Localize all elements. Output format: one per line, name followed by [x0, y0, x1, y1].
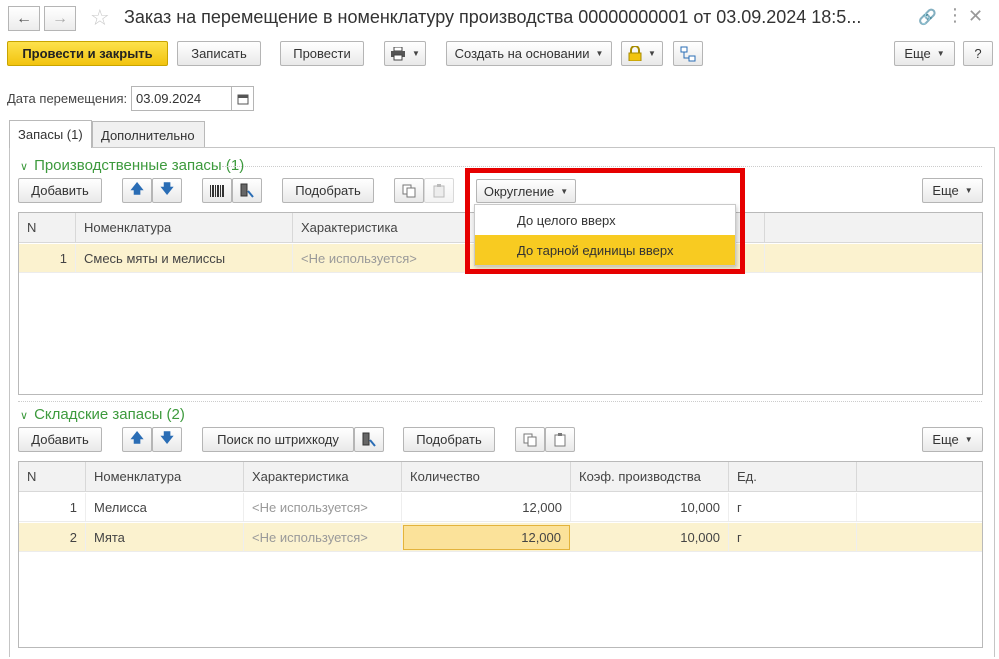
barcode-search-button[interactable]: Поиск по штрихкоду — [202, 427, 354, 452]
link-icon[interactable]: 🔗 — [918, 8, 937, 26]
warehouse-pick-button[interactable]: Подобрать — [403, 427, 495, 452]
warehouse-move-up-button[interactable]: 🡅 — [122, 427, 152, 452]
warehouse-section-title[interactable]: ∨ Складские запасы (2) — [20, 406, 185, 423]
more-label: Еще — [904, 46, 931, 61]
row-characteristic[interactable]: <Не используется> — [244, 523, 402, 551]
production-copy-button[interactable] — [394, 178, 424, 203]
production-paste-button[interactable] — [424, 178, 454, 203]
production-scanner-button[interactable] — [232, 178, 262, 203]
hierarchy-icon — [680, 46, 696, 61]
warehouse-more-button[interactable]: Еще ▼ — [922, 427, 983, 452]
table-row[interactable]: 2 Мята <Не используется> 12,000 10,000 г — [19, 523, 982, 552]
warehouse-title-label: Складские запасы (2) — [34, 406, 185, 423]
save-button[interactable]: Записать — [177, 41, 261, 66]
warehouse-table[interactable]: N Номенклатура Характеристика Количество… — [18, 461, 983, 648]
menu-dots-icon[interactable]: ⋮ — [946, 5, 964, 26]
col-unit[interactable]: Ед. — [729, 462, 857, 491]
print-button[interactable]: ▼ — [384, 41, 426, 66]
structure-button[interactable] — [673, 41, 703, 66]
section-divider — [222, 166, 982, 167]
paste-icon — [433, 183, 445, 197]
rounding-option-whole-up[interactable]: До целого вверх — [475, 205, 735, 235]
arrow-down-icon: 🡇 — [160, 180, 174, 196]
warehouse-copy-button[interactable] — [515, 427, 545, 452]
rounding-label: Округление — [483, 183, 555, 199]
rounding-dropdown-menu: До целого вверх До тарной единицы вверх — [474, 204, 736, 266]
row-n: 1 — [19, 244, 76, 272]
arrow-up-icon: 🡅 — [130, 180, 144, 196]
arrow-left-icon: ← — [16, 9, 32, 27]
scanner-icon — [362, 432, 376, 447]
production-move-up-button[interactable]: 🡅 — [122, 178, 152, 203]
row-nomenclature[interactable]: Мята — [86, 523, 244, 551]
calendar-icon — [237, 94, 248, 104]
production-more-label: Еще — [932, 183, 959, 198]
row-production-coef[interactable]: 10,000 — [571, 523, 729, 551]
date-label: Дата перемещения: — [7, 91, 128, 106]
production-section-title[interactable]: ∨ Производственные запасы (1) — [20, 157, 244, 174]
lock-icon — [628, 46, 642, 61]
col-production-coef[interactable]: Коэф. производства — [571, 462, 729, 491]
production-title-label: Производственные запасы (1) — [34, 157, 245, 174]
row-quantity[interactable]: 12,000 — [402, 493, 571, 521]
production-add-button[interactable]: Добавить — [18, 178, 102, 203]
close-window-button[interactable]: ✕ — [968, 6, 990, 28]
window-title: Заказ на перемещение в номенклатуру прои… — [124, 7, 862, 27]
rounding-option-package-up[interactable]: До тарной единицы вверх — [475, 235, 735, 265]
row-unit[interactable]: г — [729, 493, 857, 521]
create-based-on-button[interactable]: Создать на основании ▼ — [446, 41, 612, 66]
col-nomenclature[interactable]: Номенклатура — [86, 462, 244, 491]
production-move-down-button[interactable]: 🡇 — [152, 178, 182, 203]
row-n: 1 — [19, 493, 86, 521]
warehouse-move-down-button[interactable]: 🡇 — [152, 427, 182, 452]
warehouse-paste-button[interactable] — [545, 427, 575, 452]
col-quantity[interactable]: Количество — [402, 462, 571, 491]
scanner-icon — [240, 183, 254, 198]
help-button[interactable]: ? — [963, 41, 993, 66]
arrow-down-icon: 🡇 — [160, 429, 174, 445]
copy-icon — [402, 184, 416, 197]
printer-icon — [391, 46, 406, 60]
arrow-up-icon: 🡅 — [130, 429, 144, 445]
rounding-button[interactable]: Округление ▼ — [476, 179, 576, 203]
row-n: 2 — [19, 523, 86, 551]
production-barcode-button[interactable] — [202, 178, 232, 203]
warehouse-scanner-button[interactable] — [354, 427, 384, 452]
row-nomenclature[interactable]: Мелисса — [86, 493, 244, 521]
row-quantity-active-cell[interactable]: 12,000 — [403, 525, 570, 550]
col-nomenclature[interactable]: Номенклатура — [76, 213, 293, 242]
calendar-button[interactable] — [232, 86, 254, 111]
more-button[interactable]: Еще ▼ — [894, 41, 955, 66]
barcode-icon — [210, 184, 224, 197]
production-more-button[interactable]: Еще ▼ — [922, 178, 983, 203]
post-button[interactable]: Провести — [280, 41, 364, 66]
arrow-right-icon: → — [52, 9, 68, 27]
section-divider-2 — [18, 401, 982, 402]
col-n[interactable]: N — [19, 462, 86, 491]
warehouse-add-button[interactable]: Добавить — [18, 427, 102, 452]
warehouse-more-label: Еще — [932, 432, 959, 447]
back-button[interactable]: ← — [8, 6, 40, 31]
forward-button[interactable]: → — [44, 6, 76, 31]
col-n[interactable]: N — [19, 213, 76, 242]
lock-button[interactable]: ▼ — [621, 41, 663, 66]
date-input[interactable]: 03.09.2024 — [131, 86, 232, 111]
tab-stock[interactable]: Запасы (1) — [9, 120, 92, 148]
star-icon[interactable]: ☆ — [90, 5, 110, 31]
create-based-on-label: Создать на основании — [454, 46, 590, 61]
post-and-close-button[interactable]: Провести и закрыть — [7, 41, 168, 66]
tab-additional[interactable]: Дополнительно — [92, 121, 205, 148]
production-pick-button[interactable]: Подобрать — [282, 178, 374, 203]
row-unit[interactable]: г — [729, 523, 857, 551]
row-production-coef[interactable]: 10,000 — [571, 493, 729, 521]
paste-icon — [554, 432, 566, 446]
warehouse-table-header: N Номенклатура Характеристика Количество… — [19, 462, 982, 492]
row-characteristic[interactable]: <Не используется> — [244, 493, 402, 521]
row-nomenclature[interactable]: Смесь мяты и мелиссы — [76, 244, 293, 272]
copy-icon — [523, 433, 537, 446]
table-row[interactable]: 1 Мелисса <Не используется> 12,000 10,00… — [19, 493, 982, 522]
col-characteristic[interactable]: Характеристика — [244, 462, 402, 491]
